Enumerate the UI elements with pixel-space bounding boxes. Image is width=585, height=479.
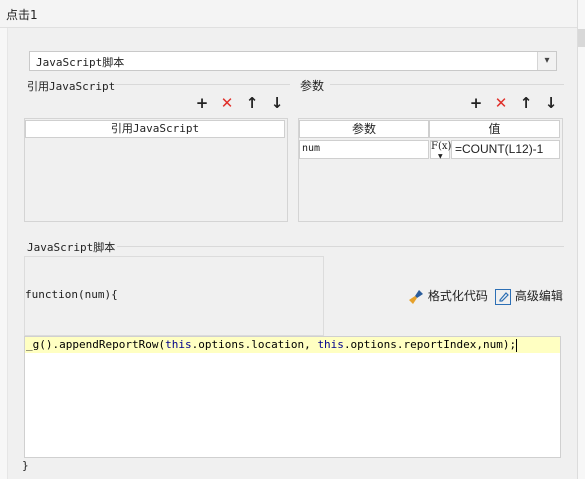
script-type-select[interactable]: JavaScript脚本 ▾ <box>29 51 557 71</box>
formula-button[interactable]: F(x) ▼ <box>430 140 452 160</box>
delete-reference-button[interactable]: ✕ <box>219 95 235 111</box>
text-caret <box>516 338 518 352</box>
code-line-1[interactable]: _g().appendReportRow(this.options.locati… <box>26 338 518 352</box>
references-title: 引用JavaScript <box>27 80 116 93</box>
dialog-title: 点击1 <box>6 8 38 22</box>
code-editor[interactable]: _g().appendReportRow(this.options.locati… <box>24 336 561 458</box>
left-strip <box>0 28 8 479</box>
param-value-cell[interactable]: =COUNT(L12)-1 <box>451 140 560 159</box>
add-reference-button[interactable]: + <box>194 95 210 111</box>
references-separator <box>114 84 290 85</box>
format-code-button[interactable]: 格式化代码 <box>408 288 488 305</box>
scroll-thumb[interactable] <box>578 29 585 47</box>
script-type-value: JavaScript脚本 <box>36 56 125 69</box>
formula-icon: F(x) <box>431 141 452 152</box>
function-header: function(num){ <box>25 288 118 301</box>
params-header-value[interactable]: 值 <box>429 120 560 138</box>
param-name-cell[interactable]: num <box>299 140 429 159</box>
chevron-down-icon[interactable]: ▾ <box>537 52 556 70</box>
params-separator <box>330 84 564 85</box>
function-closing: } <box>22 459 29 472</box>
advanced-edit-label: 高级编辑 <box>514 289 563 303</box>
broom-icon <box>408 289 424 305</box>
delete-param-button[interactable]: ✕ <box>493 95 509 111</box>
edit-icon <box>495 288 511 305</box>
format-code-label: 格式化代码 <box>427 289 488 303</box>
move-down-reference-button[interactable]: ↓ <box>269 95 285 111</box>
references-column-header[interactable]: 引用JavaScript <box>25 120 285 138</box>
formula-dropdown-icon: ▼ <box>438 153 443 160</box>
params-title: 参数 <box>300 79 325 93</box>
dialog-titlebar: 点击1 <box>0 0 577 28</box>
script-separator <box>117 246 564 247</box>
advanced-edit-button[interactable]: 高级编辑 <box>495 288 563 305</box>
add-param-button[interactable]: + <box>468 95 484 111</box>
move-up-reference-button[interactable]: ↑ <box>244 95 260 111</box>
move-down-param-button[interactable]: ↓ <box>543 95 559 111</box>
right-scroll-strip[interactable] <box>577 0 585 479</box>
params-header-name[interactable]: 参数 <box>299 120 429 138</box>
script-title: JavaScript脚本 <box>27 241 116 254</box>
move-up-param-button[interactable]: ↑ <box>518 95 534 111</box>
